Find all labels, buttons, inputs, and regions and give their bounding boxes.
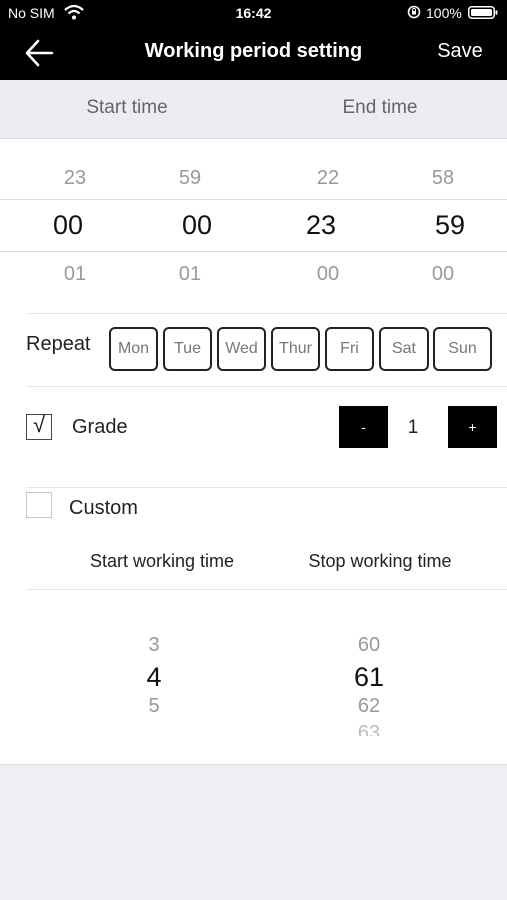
- section-divider: [26, 313, 507, 314]
- day-button-sat[interactable]: Sat: [379, 327, 429, 371]
- picker-divider-top: [0, 199, 507, 200]
- save-button[interactable]: Save: [425, 40, 495, 63]
- start-hour-next[interactable]: 01: [20, 263, 130, 286]
- day-button-tue[interactable]: Tue: [163, 327, 212, 371]
- custom-checkbox[interactable]: [26, 492, 52, 518]
- day-button-wed[interactable]: Wed: [217, 327, 266, 371]
- end-minute-next[interactable]: 00: [388, 263, 498, 286]
- stop-wheel-next[interactable]: 62: [319, 695, 419, 718]
- stop-wheel-clip: 63: [319, 722, 419, 736]
- start-wheel-prev[interactable]: 3: [104, 634, 204, 657]
- start-hour-prev[interactable]: 23: [20, 167, 130, 190]
- picker-divider-bottom: [0, 251, 507, 252]
- end-minute-prev[interactable]: 58: [388, 167, 498, 190]
- end-hour-next[interactable]: 00: [273, 263, 383, 286]
- start-minute-selected[interactable]: 00: [142, 210, 252, 241]
- grade-decrement-button[interactable]: -: [339, 406, 388, 448]
- end-hour-selected[interactable]: 23: [266, 210, 376, 241]
- grade-value: 1: [407, 417, 419, 438]
- day-button-sun[interactable]: Sun: [433, 327, 492, 371]
- start-time-tab[interactable]: Start time: [27, 97, 227, 119]
- custom-label: Custom: [69, 497, 138, 519]
- grade-label: Grade: [72, 416, 128, 438]
- stop-working-time-label: Stop working time: [308, 551, 452, 571]
- start-wheel-next[interactable]: 5: [104, 695, 204, 718]
- start-working-time-label: Start working time: [89, 551, 235, 571]
- start-hour-selected[interactable]: 00: [13, 210, 123, 241]
- repeat-label: Repeat: [26, 333, 91, 355]
- stop-wheel-prev[interactable]: 60: [319, 634, 419, 657]
- start-wheel-selected[interactable]: 4: [104, 662, 204, 693]
- battery-icon: [468, 6, 498, 19]
- day-button-fri[interactable]: Fri: [325, 327, 374, 371]
- section-divider: [26, 386, 507, 387]
- rotation-lock-icon: [407, 5, 421, 19]
- stop-wheel-next-2[interactable]: 63: [319, 722, 419, 736]
- day-button-mon[interactable]: Mon: [109, 327, 158, 371]
- checkmark-icon: √: [32, 412, 46, 437]
- start-minute-prev[interactable]: 59: [135, 167, 245, 190]
- section-divider: [26, 487, 507, 488]
- stop-wheel-selected[interactable]: 61: [319, 662, 419, 693]
- start-minute-next[interactable]: 01: [135, 263, 245, 286]
- end-time-tab[interactable]: End time: [280, 97, 480, 119]
- section-divider: [26, 589, 507, 590]
- grade-increment-button[interactable]: +: [448, 406, 497, 448]
- end-hour-prev[interactable]: 22: [273, 167, 383, 190]
- end-minute-selected[interactable]: 59: [395, 210, 505, 241]
- battery-percentage: 100%: [426, 5, 462, 21]
- day-button-thur[interactable]: Thur: [271, 327, 320, 371]
